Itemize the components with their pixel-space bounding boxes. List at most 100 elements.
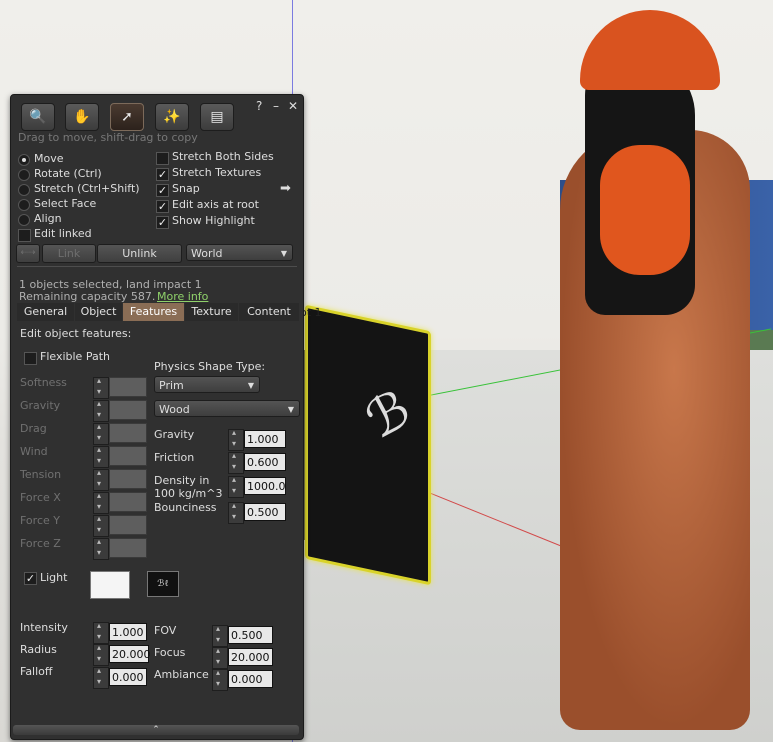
light-label[interactable]: Light (40, 571, 67, 584)
ambiance-spinner[interactable] (212, 668, 228, 691)
radio-stretch[interactable] (18, 184, 30, 196)
edit-linked-checkbox[interactable] (18, 229, 31, 242)
friction-spinner[interactable] (228, 451, 244, 474)
force-x-spinner[interactable] (93, 491, 109, 514)
fov-spinner[interactable] (212, 624, 228, 647)
radio-move-label[interactable]: Move (34, 152, 64, 165)
material-dropdown[interactable]: Wood ▼ (154, 400, 300, 417)
remaining-capacity: Remaining capacity 587. (19, 290, 156, 303)
coordinate-system-dropdown[interactable]: World ▼ (186, 244, 293, 261)
create-tool-button[interactable]: ✨ (155, 103, 189, 131)
density-field[interactable]: 1000.0 (244, 477, 286, 495)
more-info-link[interactable]: More info (157, 290, 208, 303)
zoom-tool-button[interactable]: 🔍 (21, 103, 55, 131)
show-highlight-checkbox[interactable]: ✓ (156, 216, 169, 229)
flexible-path-checkbox[interactable] (24, 352, 37, 365)
tab-object[interactable]: Object (75, 303, 122, 321)
radio-move[interactable] (18, 154, 30, 166)
link-arrows-button[interactable]: ⇠⇢ (16, 244, 40, 263)
land-tool-button[interactable]: ▤ (200, 103, 234, 131)
minimize-icon[interactable]: – (273, 99, 279, 113)
force-z-spinner[interactable] (93, 537, 109, 560)
radio-rotate[interactable] (18, 169, 30, 181)
bounciness-field[interactable]: 0.500 (244, 503, 286, 521)
friction-field[interactable]: 0.600 (244, 453, 286, 471)
light-texture-swatch[interactable]: ℬℓ (147, 571, 179, 597)
chevron-down-icon: ▼ (247, 381, 254, 390)
grab-tool-button[interactable]: ✋ (65, 103, 99, 131)
snap-checkbox[interactable]: ✓ (156, 184, 169, 197)
force-z-field[interactable] (109, 538, 147, 558)
stretch-textures-checkbox[interactable]: ✓ (156, 168, 169, 181)
radio-select-face[interactable] (18, 199, 30, 211)
edit-tool-button[interactable]: ➚ (110, 103, 144, 131)
softness-field[interactable] (109, 377, 147, 397)
avatar-top (600, 145, 690, 275)
wind-field[interactable] (109, 446, 147, 466)
snap-label[interactable]: Snap (172, 182, 200, 195)
ambiance-field[interactable]: 0.000 (228, 670, 273, 688)
drag-field[interactable] (109, 423, 147, 443)
drag-spinner[interactable] (93, 422, 109, 445)
chevron-down-icon: ▼ (287, 405, 294, 414)
stretch-textures-label[interactable]: Stretch Textures (172, 166, 261, 179)
friction-label: Friction (154, 451, 195, 464)
tension-spinner[interactable] (93, 468, 109, 491)
radio-align[interactable] (18, 214, 30, 226)
fov-field[interactable]: 0.500 (228, 626, 273, 644)
features-heading: Edit object features: (20, 327, 132, 340)
hand-icon: ✋ (73, 109, 91, 125)
edit-linked-label[interactable]: Edit linked (34, 227, 92, 240)
link-button[interactable]: Link (42, 244, 96, 263)
force-y-spinner[interactable] (93, 514, 109, 537)
falloff-spinner[interactable] (93, 666, 109, 689)
edit-axis-label[interactable]: Edit axis at root (172, 198, 259, 211)
show-highlight-label[interactable]: Show Highlight (172, 214, 255, 227)
bounciness-spinner[interactable] (228, 501, 244, 524)
flexible-path-label[interactable]: Flexible Path (40, 350, 110, 363)
force-x-label: Force X (20, 491, 61, 504)
wind-spinner[interactable] (93, 445, 109, 468)
drag-label: Drag (20, 422, 47, 435)
stretch-both-sides-checkbox[interactable] (156, 152, 169, 165)
unlink-button[interactable]: Unlink (97, 244, 182, 263)
focus-label: Focus (154, 646, 186, 659)
radio-align-label[interactable]: Align (34, 212, 62, 225)
radius-spinner[interactable] (93, 643, 109, 666)
radio-rotate-label[interactable]: Rotate (Ctrl) (34, 167, 102, 180)
tab-features[interactable]: Features (123, 303, 184, 321)
help-icon[interactable]: ? (256, 99, 262, 113)
selected-prim[interactable] (305, 304, 431, 586)
softness-spinner[interactable] (93, 376, 109, 399)
collapse-bar[interactable]: ⌃ (13, 725, 299, 735)
tab-content[interactable]: Content (239, 303, 299, 321)
radio-select-face-label[interactable]: Select Face (34, 197, 96, 210)
focus-spinner[interactable] (212, 646, 228, 669)
intensity-spinner[interactable] (93, 621, 109, 644)
radius-field[interactable]: 20.000 (109, 645, 151, 663)
force-x-field[interactable] (109, 492, 147, 512)
focus-field[interactable]: 20.000 (228, 648, 273, 666)
tab-general[interactable]: General (17, 303, 74, 321)
tab-texture[interactable]: Texture (185, 303, 238, 321)
edit-axis-checkbox[interactable]: ✓ (156, 200, 169, 213)
drag-hint: Drag to move, shift-drag to copy (18, 131, 198, 144)
physics-gravity-field[interactable]: 1.000 (244, 430, 286, 448)
physics-shape-dropdown[interactable]: Prim ▼ (154, 376, 260, 393)
bulldozer-icon: ▤ (210, 109, 224, 125)
light-checkbox[interactable]: ✓ (24, 572, 37, 585)
arrow-right-icon[interactable]: ➡ (280, 181, 291, 196)
stretch-both-sides-label[interactable]: Stretch Both Sides (172, 150, 274, 163)
falloff-field[interactable]: 0.000 (109, 668, 147, 686)
light-color-swatch[interactable] (90, 571, 130, 599)
build-floater[interactable]: 🔍 ✋ ➚ ✨ ▤ ? – ✕ Drag to move, shift-drag… (10, 94, 304, 740)
physics-gravity-spinner[interactable] (228, 428, 244, 451)
density-spinner[interactable] (228, 475, 244, 498)
tension-field[interactable] (109, 469, 147, 489)
flex-gravity-field[interactable] (109, 400, 147, 420)
flex-gravity-spinner[interactable] (93, 399, 109, 422)
close-icon[interactable]: ✕ (288, 99, 298, 113)
intensity-field[interactable]: 1.000 (109, 623, 147, 641)
radio-stretch-label[interactable]: Stretch (Ctrl+Shift) (34, 182, 140, 195)
force-y-field[interactable] (109, 515, 147, 535)
